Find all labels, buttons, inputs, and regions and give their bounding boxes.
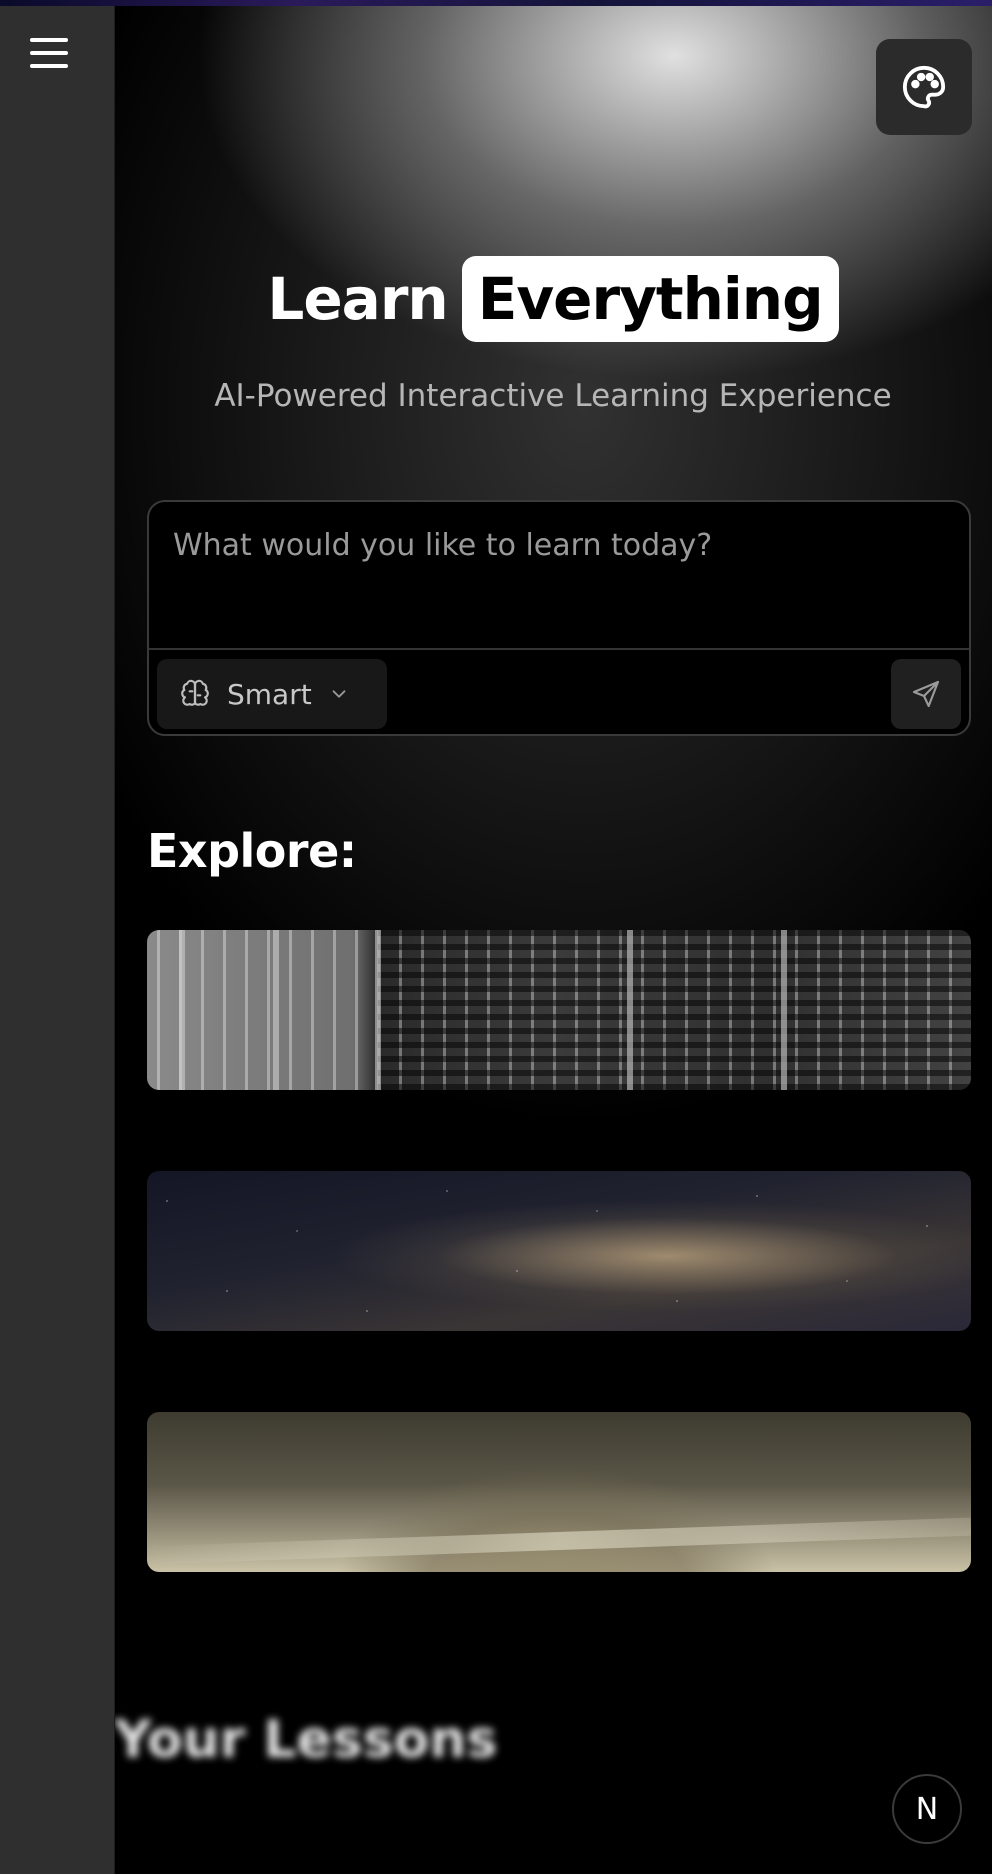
mode-selected-label: Smart [227,677,312,711]
send-button[interactable] [891,659,961,729]
page-title: Learn Everything [114,252,992,342]
page-subtitle: AI-Powered Interactive Learning Experien… [214,378,892,414]
explore-card-computer[interactable] [147,930,971,1090]
palette-icon [902,65,946,109]
send-icon [912,680,940,708]
prompt-divider [149,648,969,650]
main-content: Learn Everything AI-Powered Interactive L… [114,6,992,1874]
title-word-learn: Learn [267,264,448,333]
explore-card-milky-way[interactable] [147,1171,971,1331]
chevron-down-icon [332,690,346,698]
n-badge-letter: N [915,1791,939,1827]
title-word-everything-highlight: Everything [461,255,839,342]
milky-way-night-sky-image [147,1171,971,1331]
mode-selector[interactable]: Smart [157,659,387,729]
explore-card-historical-photo[interactable] [147,1412,971,1572]
sepia-historical-photo-image [147,1517,971,1565]
sidebar [0,6,115,1874]
learn-topic-input[interactable] [149,502,969,648]
prompt-card: Smart [147,500,971,736]
your-lessons-heading: Your Lessons [114,1710,498,1770]
hamburger-menu-icon[interactable] [30,30,82,76]
n-badge-button[interactable]: N [892,1774,962,1844]
theme-button[interactable] [876,39,972,135]
vintage-computer-panel-image [377,930,971,1090]
brain-icon [181,679,209,706]
explore-heading: Explore: [147,824,357,878]
